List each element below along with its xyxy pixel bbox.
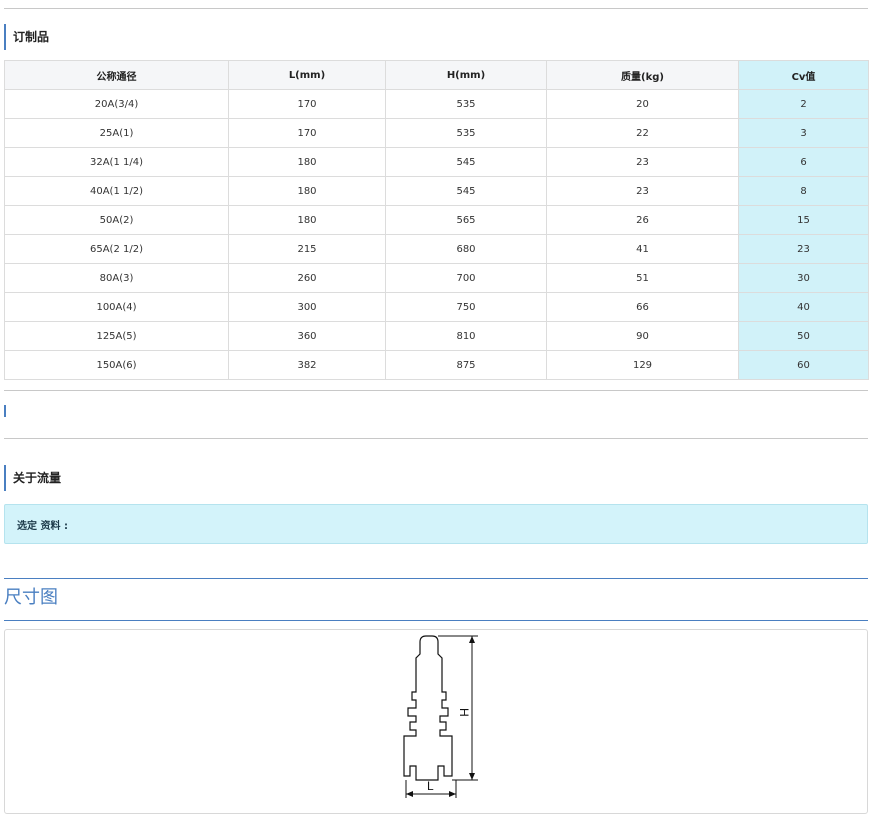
cell-cv: 30 — [738, 263, 869, 293]
cell-l: 382 — [228, 350, 386, 380]
flow-section-title: 关于流量 — [4, 465, 61, 491]
dimension-section-title: 尺寸图 — [4, 587, 58, 608]
cell-cv: 8 — [738, 176, 869, 206]
custom-section-title: 订制品 — [4, 24, 49, 50]
col-header-size: 公称通径 — [4, 60, 229, 90]
divider — [4, 390, 868, 391]
table-row: 100A(4) 300 750 66 40 — [4, 292, 869, 322]
cell-mass: 90 — [546, 321, 739, 351]
cell-h: 545 — [385, 147, 547, 177]
divider — [4, 438, 868, 439]
valve-dimension-drawing: H L — [403, 635, 478, 798]
table-row: 125A(5) 360 810 90 50 — [4, 321, 869, 351]
cell-mass: 20 — [546, 89, 739, 119]
col-header-h: H(mm) — [385, 60, 547, 90]
col-header-cv: Cv值 — [738, 60, 869, 90]
cell-size: 150A(6) — [4, 350, 229, 380]
table-row: 25A(1) 170 535 22 3 — [4, 118, 869, 148]
cell-size: 32A(1 1/4) — [4, 147, 229, 177]
cell-cv: 40 — [738, 292, 869, 322]
cell-mass: 23 — [546, 176, 739, 206]
cell-h: 810 — [385, 321, 547, 351]
col-header-l: L(mm) — [228, 60, 386, 90]
cell-size: 40A(1 1/2) — [4, 176, 229, 206]
dimension-drawing-panel: H L — [4, 629, 868, 814]
cell-size: 125A(5) — [4, 321, 229, 351]
cell-h: 535 — [385, 118, 547, 148]
cell-l: 170 — [228, 118, 386, 148]
cell-cv: 2 — [738, 89, 869, 119]
cell-h: 545 — [385, 176, 547, 206]
table-row: 32A(1 1/4) 180 545 23 6 — [4, 147, 869, 177]
table-row: 20A(3/4) 170 535 20 2 — [4, 89, 869, 119]
cell-mass: 26 — [546, 205, 739, 235]
cell-l: 180 — [228, 205, 386, 235]
cell-size: 20A(3/4) — [4, 89, 229, 119]
cell-h: 680 — [385, 234, 547, 264]
cell-cv: 15 — [738, 205, 869, 235]
col-header-mass: 质量(kg) — [546, 60, 739, 90]
cell-cv: 23 — [738, 234, 869, 264]
cell-cv: 60 — [738, 350, 869, 380]
cell-h: 875 — [385, 350, 547, 380]
dimension-top-rule — [4, 578, 868, 579]
cell-l: 360 — [228, 321, 386, 351]
table-row: 40A(1 1/2) 180 545 23 8 — [4, 176, 869, 206]
cell-cv: 3 — [738, 118, 869, 148]
cell-l: 170 — [228, 89, 386, 119]
cell-h: 700 — [385, 263, 547, 293]
cell-cv: 6 — [738, 147, 869, 177]
cell-size: 65A(2 1/2) — [4, 234, 229, 264]
cell-h: 750 — [385, 292, 547, 322]
cell-mass: 41 — [546, 234, 739, 264]
selection-info-label: 选定 资料 : — [17, 521, 68, 532]
dimension-label-l: L — [427, 779, 434, 793]
cell-l: 180 — [228, 147, 386, 177]
cell-cv: 50 — [738, 321, 869, 351]
cell-mass: 23 — [546, 147, 739, 177]
dimension-label-h: H — [457, 708, 471, 717]
table-row: 50A(2) 180 565 26 15 — [4, 205, 869, 235]
table-row: 80A(3) 260 700 51 30 — [4, 263, 869, 293]
cell-h: 535 — [385, 89, 547, 119]
cell-l: 300 — [228, 292, 386, 322]
top-divider — [4, 8, 868, 9]
cell-mass: 129 — [546, 350, 739, 380]
cell-size: 50A(2) — [4, 205, 229, 235]
dimension-bottom-rule — [4, 620, 868, 621]
cell-mass: 22 — [546, 118, 739, 148]
cell-h: 565 — [385, 205, 547, 235]
cell-l: 215 — [228, 234, 386, 264]
empty-section-marker — [4, 405, 6, 417]
spec-table: 公称通径 L(mm) H(mm) 质量(kg) Cv值 20A(3/4) 170 5… — [4, 60, 869, 380]
cell-l: 260 — [228, 263, 386, 293]
cell-l: 180 — [228, 176, 386, 206]
selection-info-box: 选定 资料 : — [4, 504, 868, 544]
table-header-row: 公称通径 L(mm) H(mm) 质量(kg) Cv值 — [4, 60, 869, 90]
table-row: 150A(6) 382 875 129 60 — [4, 350, 869, 380]
table-row: 65A(2 1/2) 215 680 41 23 — [4, 234, 869, 264]
valve-outline — [403, 635, 453, 781]
cell-mass: 66 — [546, 292, 739, 322]
cell-size: 25A(1) — [4, 118, 229, 148]
cell-size: 100A(4) — [4, 292, 229, 322]
cell-size: 80A(3) — [4, 263, 229, 293]
cell-mass: 51 — [546, 263, 739, 293]
